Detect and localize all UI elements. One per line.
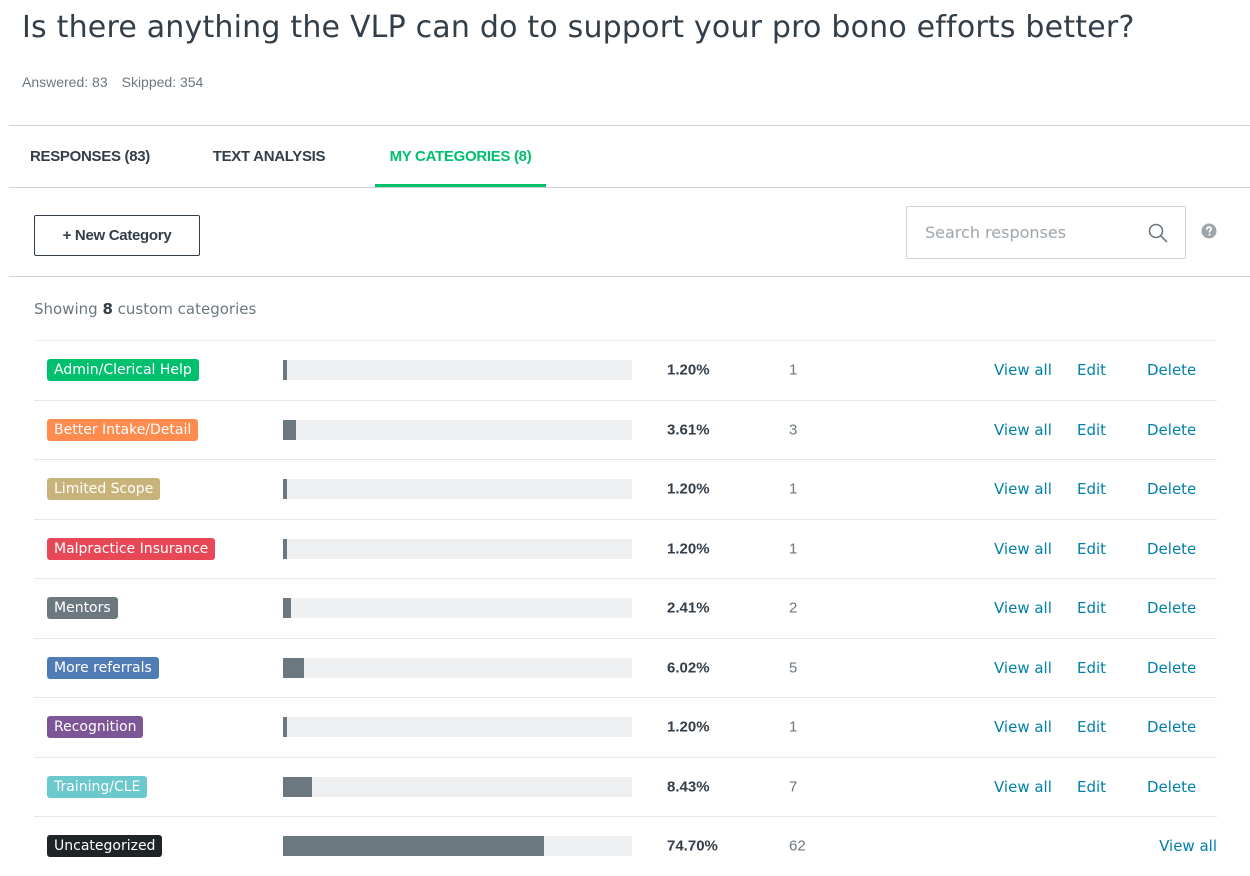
question-title: Is there anything the VLP can do to supp… xyxy=(22,10,1135,45)
category-percent: 1.20% xyxy=(667,361,710,379)
category-bar-fill xyxy=(283,538,288,559)
category-tag[interactable]: Uncategorized xyxy=(47,835,163,858)
category-tag[interactable]: Recognition xyxy=(47,716,144,739)
category-count: 3 xyxy=(789,421,798,439)
edit-link[interactable]: Edit xyxy=(1077,659,1106,677)
category-percent: 6.02% xyxy=(667,659,710,677)
summary-suffix: custom categories xyxy=(117,300,257,318)
category-tag[interactable]: Mentors xyxy=(47,597,118,620)
view-all-link[interactable]: View all xyxy=(994,361,1052,379)
category-percent: 1.20% xyxy=(667,718,710,736)
answered-count: Answered: 83 xyxy=(22,74,108,90)
category-row: Admin/Clerical Help 1.20% 1 View all Edit Del… xyxy=(34,340,1217,400)
category-count: 1 xyxy=(789,480,798,498)
category-tag[interactable]: Malpractice Insurance xyxy=(47,537,216,560)
category-percent: 3.61% xyxy=(667,421,710,439)
category-percent: 74.70% xyxy=(667,837,718,855)
category-row: Limited Scope 1.20% 1 View all Edit Delete xyxy=(34,459,1217,519)
edit-link[interactable]: Edit xyxy=(1077,421,1106,439)
category-count: 1 xyxy=(789,361,798,379)
category-count: 2 xyxy=(789,599,798,617)
search-input[interactable] xyxy=(907,207,1137,258)
category-bar-fill xyxy=(283,776,313,797)
delete-link[interactable]: Delete xyxy=(1147,421,1196,439)
search-box xyxy=(906,206,1186,259)
view-all-link[interactable]: View all xyxy=(994,480,1052,498)
category-row: Recognition 1.20% 1 View all Edit Delete xyxy=(34,697,1217,757)
category-bar-fill xyxy=(283,657,304,678)
category-row: Uncategorized 74.70% 62 View all xyxy=(34,816,1217,876)
category-row: Mentors 2.41% 2 View all Edit Delete xyxy=(34,578,1217,638)
category-percent: 2.41% xyxy=(667,599,710,617)
category-bar xyxy=(283,538,632,559)
category-bar xyxy=(283,360,632,381)
category-row: More referrals 6.02% 5 View all Edit Delete xyxy=(34,637,1217,698)
delete-link[interactable]: Delete xyxy=(1147,361,1196,379)
view-all-link[interactable]: View all xyxy=(994,659,1052,677)
category-row: Malpractice Insurance 1.20% 1 View all Edit D… xyxy=(34,518,1217,579)
category-bar xyxy=(283,836,632,857)
category-row: Better Intake/Detail 3.61% 3 View all Edit De… xyxy=(34,399,1217,460)
category-bar xyxy=(283,657,632,678)
view-all-link[interactable]: View all xyxy=(1159,837,1217,855)
category-tag[interactable]: More referrals xyxy=(47,656,159,679)
tab-responses[interactable]: RESPONSES (83) xyxy=(20,127,160,187)
edit-link[interactable]: Edit xyxy=(1077,718,1106,736)
category-bar xyxy=(283,479,632,500)
category-bar xyxy=(283,419,632,440)
category-table: Admin/Clerical Help 1.20% 1 View all Edit Del… xyxy=(34,340,1217,876)
delete-link[interactable]: Delete xyxy=(1147,778,1196,796)
new-category-button[interactable]: + New Category xyxy=(34,215,200,256)
category-count: 1 xyxy=(789,540,798,558)
category-bar xyxy=(283,717,632,738)
edit-link[interactable]: Edit xyxy=(1077,778,1106,796)
search-icon[interactable] xyxy=(1147,222,1169,244)
delete-link[interactable]: Delete xyxy=(1147,659,1196,677)
category-count: 7 xyxy=(789,778,798,796)
category-bar-fill xyxy=(283,360,288,381)
divider xyxy=(9,125,1250,126)
summary-count: 8 xyxy=(102,300,113,318)
category-percent: 8.43% xyxy=(667,778,710,796)
edit-link[interactable]: Edit xyxy=(1077,480,1106,498)
category-count: 62 xyxy=(789,837,806,855)
category-percent: 1.20% xyxy=(667,480,710,498)
edit-link[interactable]: Edit xyxy=(1077,599,1106,617)
category-bar xyxy=(283,598,632,619)
delete-link[interactable]: Delete xyxy=(1147,540,1196,558)
category-bar xyxy=(283,776,632,797)
view-all-link[interactable]: View all xyxy=(994,599,1052,617)
category-tag[interactable]: Limited Scope xyxy=(47,478,161,501)
summary-prefix: Showing xyxy=(34,300,98,318)
category-tag[interactable]: Better Intake/Detail xyxy=(47,418,199,441)
delete-link[interactable]: Delete xyxy=(1147,480,1196,498)
category-bar-fill xyxy=(283,479,288,500)
delete-link[interactable]: Delete xyxy=(1147,599,1196,617)
view-all-link[interactable]: View all xyxy=(994,778,1052,796)
view-all-link[interactable]: View all xyxy=(994,540,1052,558)
category-count: 1 xyxy=(789,718,798,736)
category-bar-fill xyxy=(283,598,292,619)
category-bar-fill xyxy=(283,717,288,738)
tab-text-analysis[interactable]: TEXT ANALYSIS xyxy=(203,127,335,187)
category-tag[interactable]: Training/CLE xyxy=(47,775,148,798)
category-row: Training/CLE 8.43% 7 View all Edit Delete xyxy=(34,756,1217,817)
view-all-link[interactable]: View all xyxy=(994,718,1052,736)
category-count: 5 xyxy=(789,659,798,677)
categories-summary: Showing 8 custom categories xyxy=(34,300,256,318)
delete-link[interactable]: Delete xyxy=(1147,718,1196,736)
divider xyxy=(9,276,1250,277)
edit-link[interactable]: Edit xyxy=(1077,361,1106,379)
question-circle-icon[interactable] xyxy=(1201,223,1217,239)
edit-link[interactable]: Edit xyxy=(1077,540,1106,558)
tab-my-categories[interactable]: MY CATEGORIES (8) xyxy=(375,127,546,187)
category-bar-fill xyxy=(283,836,544,857)
category-tag[interactable]: Admin/Clerical Help xyxy=(47,359,199,382)
divider xyxy=(9,187,1250,188)
skipped-count: Skipped: 354 xyxy=(121,74,204,90)
view-all-link[interactable]: View all xyxy=(994,421,1052,439)
response-stats: Answered: 83 Skipped: 354 xyxy=(22,74,203,90)
category-bar-fill xyxy=(283,419,296,440)
category-percent: 1.20% xyxy=(667,540,710,558)
